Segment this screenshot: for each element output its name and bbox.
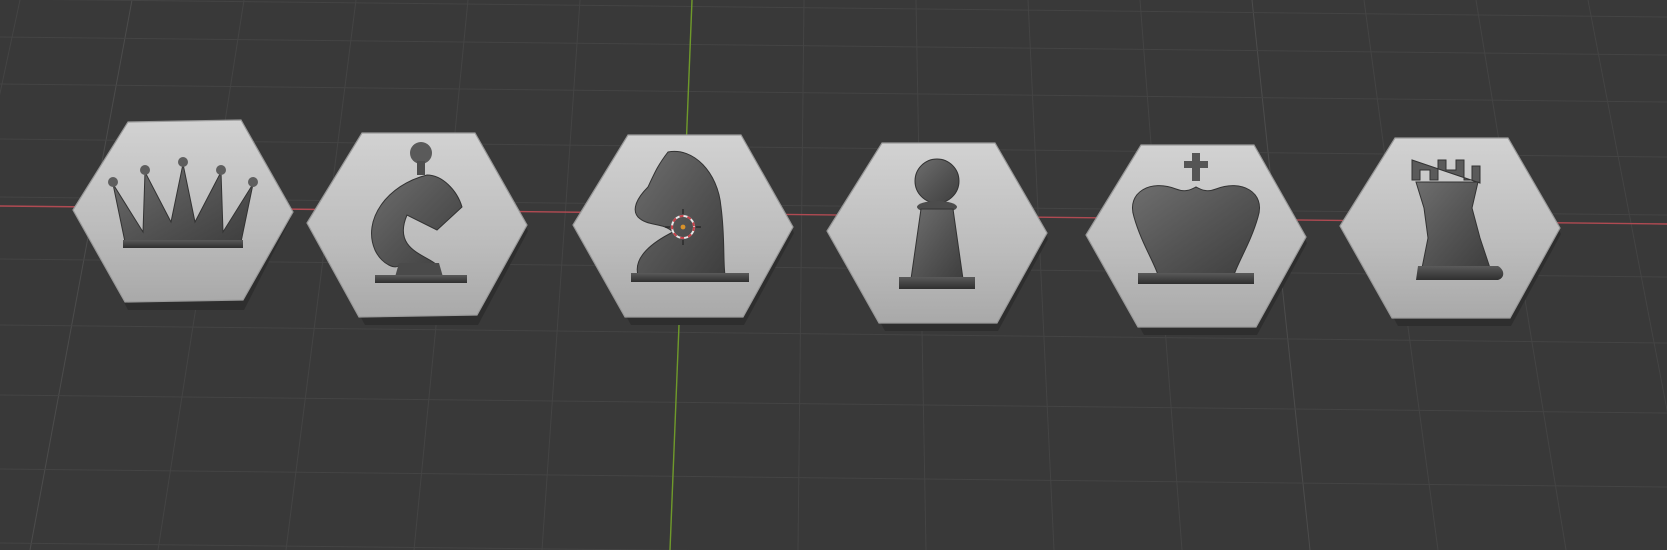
grid-line	[0, 83, 1667, 103]
bishop-object[interactable]	[306, 132, 528, 325]
grid-line	[1027, 0, 1055, 550]
grid-line	[0, 324, 1667, 344]
king-object[interactable]	[1085, 144, 1307, 335]
3d-viewport[interactable]	[0, 0, 1667, 550]
grid-line	[797, 0, 805, 550]
grid-line	[0, 468, 1667, 488]
pawn-object[interactable]	[826, 142, 1048, 331]
grid-line	[0, 0, 21, 96]
grid-line	[1587, 0, 1667, 413]
queen-object[interactable]	[72, 119, 294, 310]
viewport-canvas[interactable]	[0, 0, 1667, 550]
grid-line	[46, 0, 1667, 18]
grid-line	[541, 0, 581, 550]
grid-line	[0, 542, 695, 550]
rook-object[interactable]	[1339, 137, 1561, 326]
grid-line	[0, 394, 1667, 414]
grid-line	[0, 36, 1667, 56]
knight-object[interactable]	[572, 134, 794, 325]
